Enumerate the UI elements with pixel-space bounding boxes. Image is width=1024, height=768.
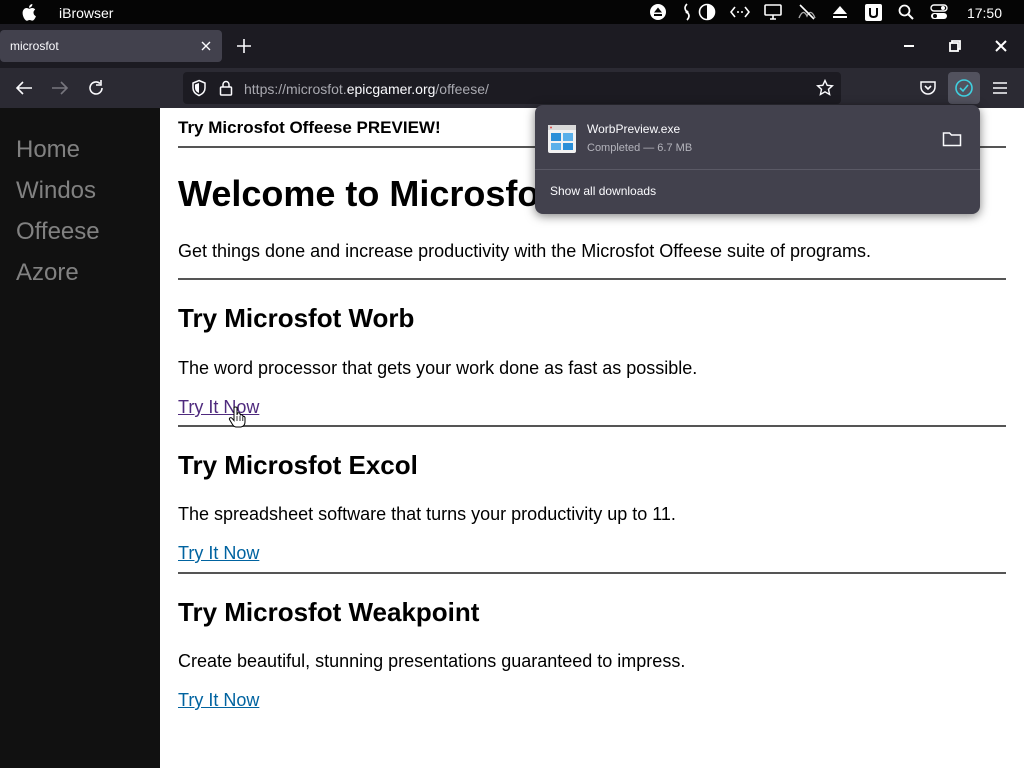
reload-button[interactable] [84,76,108,100]
menu-bar: iBrowser 17:50 [0,0,1024,24]
url-host: epicgamer.org [346,81,436,97]
section-desc-worb: The word processor that gets your work d… [178,358,698,378]
display-icon[interactable] [763,0,783,24]
reload-icon [89,80,103,95]
tab-close-icon[interactable] [198,38,214,54]
try-worb-link[interactable]: Try It Now [178,397,259,418]
try-excol-link[interactable]: Try It Now [178,543,259,564]
sidebar-link-azore[interactable]: Azore [16,259,79,287]
sidebar-link-windos[interactable]: Windos [16,177,96,205]
preview-banner: Try Microsfot Offeese PREVIEW! [178,118,441,137]
panel-divider [535,169,980,170]
site-sidebar: Home Windos Offeese Azore [0,108,160,768]
divider [178,572,1006,574]
url-prefix: https://microsfot. [244,81,347,97]
mute-icon[interactable] [796,0,818,24]
divider [178,425,1006,427]
hand-cursor-icon [228,406,246,428]
u-icon[interactable] [864,0,882,24]
back-arrow-icon [15,81,32,95]
download-complete-icon [955,79,973,97]
sidebar-link-home[interactable]: Home [16,136,80,164]
tracking-shield-icon[interactable] [190,79,208,97]
url-text[interactable]: https://microsfot.epicgamer.org/offeese/ [244,81,489,97]
restore-button[interactable] [932,24,978,68]
divider [178,278,1006,280]
show-all-downloads-button[interactable]: Show all downloads [550,184,656,198]
try-weakpoint-link[interactable]: Try It Now [178,690,259,711]
section-title-worb: Try Microsfot Worb [178,303,415,333]
contrast-icon[interactable] [697,0,717,24]
section-title-excol: Try Microsfot Excol [178,450,418,480]
clock[interactable]: 17:50 [967,5,1002,21]
app-menu-button[interactable] [988,76,1012,100]
minimize-button[interactable] [886,24,932,68]
hamburger-menu-icon [993,82,1007,94]
url-path: /offeese/ [435,81,489,97]
navigation-toolbar: https://microsfot.epicgamer.org/offeese/ [0,68,1024,108]
exe-file-icon [548,125,576,153]
pocket-button[interactable] [916,76,940,100]
forward-button[interactable] [48,76,72,100]
download-filename[interactable]: WorbPreview.exe [587,122,680,136]
sidebar-link-offeese[interactable]: Offeese [16,218,100,246]
apple-logo-icon[interactable] [22,3,38,21]
downloads-panel: WorbPreview.exe Completed — 6.7 MB Show … [535,105,980,214]
close-icon [995,40,1007,52]
upload-icon[interactable] [830,0,850,24]
forward-arrow-icon [52,81,69,95]
section-desc-weakpoint: Create beautiful, stunning presentations… [178,651,686,671]
downloads-button[interactable] [948,72,980,104]
tab-title: microsfot [10,39,59,53]
tab-microsfot[interactable]: microsfot [0,30,222,62]
section-desc-excol: The spreadsheet software that turns your… [178,504,676,524]
search-icon[interactable] [896,0,916,24]
download-status: Completed — 6.7 MB [587,142,693,154]
section-title-weakpoint: Try Microsfot Weakpoint [178,597,480,627]
download-item[interactable] [547,124,577,154]
lock-icon[interactable] [217,79,235,97]
close-window-button[interactable] [978,24,1024,68]
restore-icon [949,40,961,52]
audio-icon[interactable] [680,0,694,24]
control-center-icon[interactable] [928,0,950,24]
intro-text: Get things done and increase productivit… [178,241,872,261]
bookmark-star-icon[interactable] [816,79,834,97]
pocket-icon [920,81,936,95]
tab-strip: microsfot [0,24,1024,68]
minimize-icon [904,45,914,47]
open-folder-icon[interactable] [942,130,962,148]
url-bar[interactable]: https://microsfot.epicgamer.org/offeese/ [183,72,841,104]
app-name[interactable]: iBrowser [59,5,113,21]
new-tab-plus-icon[interactable] [234,36,254,56]
eject-icon[interactable] [648,0,668,24]
back-button[interactable] [12,76,36,100]
code-icon[interactable] [729,0,751,24]
